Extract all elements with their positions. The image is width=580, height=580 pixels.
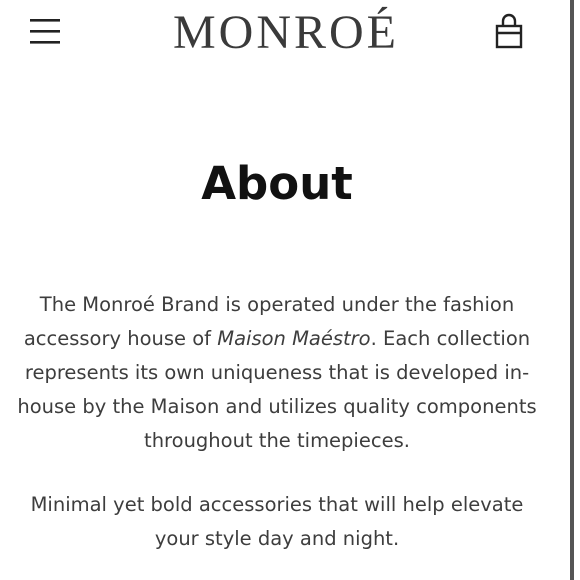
brand-logo[interactable]: MONROÉ — [0, 4, 572, 62]
cart-button[interactable] — [493, 12, 525, 50]
maison-name-emphasis: Maison Maéstro — [217, 327, 371, 350]
site-header: MONROÉ — [0, 0, 572, 64]
about-content: The Monroé Brand is operated under the f… — [8, 288, 546, 580]
page-title: About — [201, 157, 353, 210]
about-paragraph-1: The Monroé Brand is operated under the f… — [8, 288, 546, 458]
scrollbar-thumb[interactable] — [570, 0, 574, 580]
shopping-bag-icon — [493, 12, 525, 50]
about-paragraph-2: Minimal yet bold accessories that will h… — [30, 493, 524, 550]
